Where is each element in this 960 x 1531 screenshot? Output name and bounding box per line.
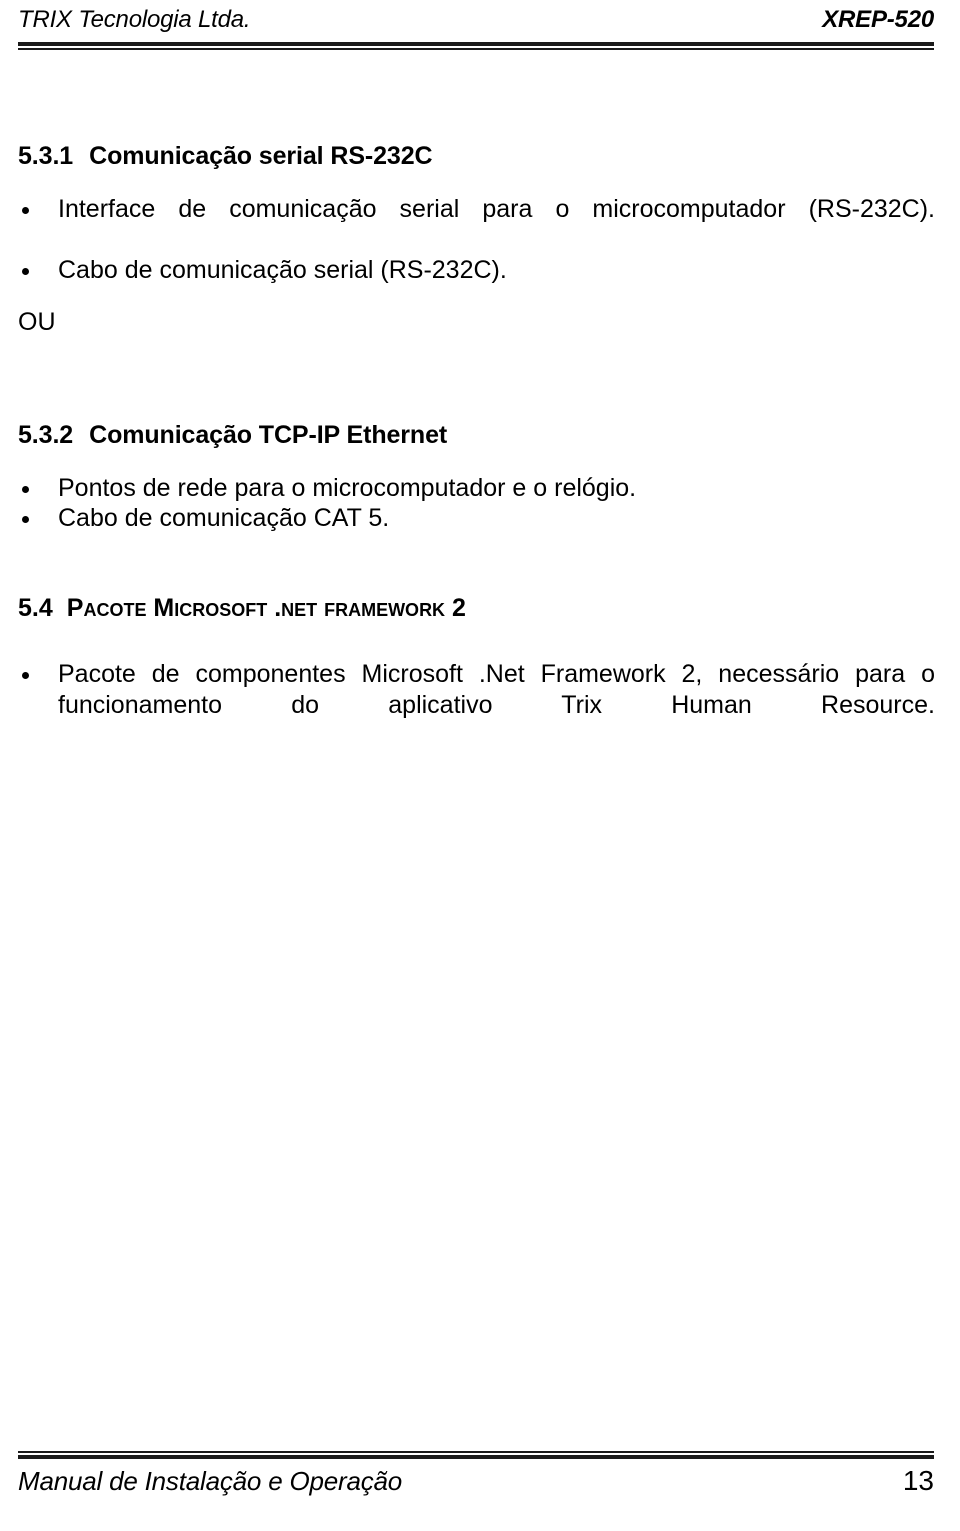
page-content: 5.3.1 Comunicação serial RS-232C Interfac…	[18, 142, 935, 751]
list-item-text: Pontos de rede para o microcomputador e …	[58, 473, 637, 502]
list-item: Pacote de componentes Microsoft .Net Fra…	[18, 659, 935, 751]
list-item-text: Pacote de componentes Microsoft .Net Fra…	[58, 660, 935, 719]
section-title-54-acote: acote	[83, 593, 147, 622]
bullet-list-54: Pacote de componentes Microsoft .Net Fra…	[18, 659, 935, 751]
bullet-list-532: Pontos de rede para o microcomputador e …	[18, 473, 935, 534]
page-footer: Manual de Instalação e Operação 13	[18, 1451, 934, 1511]
page-header: TRIX Tecnologia Ltda. XREP-520	[18, 6, 934, 50]
list-item-text: Interface de comunicação serial para o m…	[58, 194, 935, 223]
footer-row: Manual de Instalação e Operação 13	[18, 1465, 934, 1497]
list-item: Interface de comunicação serial para o m…	[18, 194, 935, 255]
bullet-dot-icon	[22, 206, 29, 214]
list-item: Cabo de comunicação CAT 5.	[18, 503, 935, 534]
list-item-text: Cabo de comunicação CAT 5.	[58, 504, 390, 532]
footer-rule-thick	[18, 1455, 934, 1459]
list-item: Pontos de rede para o microcomputador e …	[18, 473, 935, 504]
bullet-list-531: Interface de comunicação serial para o m…	[18, 194, 935, 286]
section-title-54-net-framework: .net framework	[274, 593, 446, 622]
bullet-dot-icon	[22, 485, 29, 493]
section-title-532: Comunicação TCP-IP Ethernet	[89, 421, 448, 449]
section-number-531: 5.3.1	[18, 142, 74, 170]
bullet-dot-icon	[22, 516, 29, 523]
bullet-dot-icon	[22, 267, 29, 275]
header-row: TRIX Tecnologia Ltda. XREP-520	[18, 6, 934, 36]
list-item-text: Cabo de comunicação serial (RS-232C).	[58, 255, 507, 284]
section-title-531: Comunicação serial RS-232C	[89, 142, 433, 170]
header-product-code: XREP-520	[822, 6, 934, 33]
page-number: 13	[902, 1465, 934, 1496]
alternative-separator-label: OU	[18, 308, 56, 336]
bullet-dot-icon	[22, 672, 29, 679]
footer-document-title: Manual de Instalação e Operação	[18, 1466, 403, 1496]
section-heading-531: 5.3.1 Comunicação serial RS-232C	[18, 142, 935, 172]
section-heading-532: 5.3.2 Comunicação TCP-IP Ethernet	[18, 421, 935, 451]
document-page: TRIX Tecnologia Ltda. XREP-520 5.3.1 Comu…	[0, 0, 960, 1531]
header-rule-thin	[18, 48, 934, 50]
list-item: Cabo de comunicação serial (RS-232C).	[18, 255, 935, 286]
header-divider-rule	[18, 42, 934, 50]
section-title-54-icrosoft: icrosoft	[174, 593, 268, 622]
section-title-54-lead-p: P	[66, 593, 84, 622]
section-number-532: 5.3.2	[18, 421, 74, 449]
footer-divider-rule	[18, 1451, 934, 1459]
section-title-54-version: 2	[452, 593, 466, 622]
section-heading-54: 5.4 Pacote Microsoft .net framework 2	[18, 594, 935, 624]
header-company-name: TRIX Tecnologia Ltda.	[18, 6, 251, 33]
section-number-54: 5.4	[18, 593, 53, 622]
section-title-54-lead-m: M	[153, 593, 175, 622]
